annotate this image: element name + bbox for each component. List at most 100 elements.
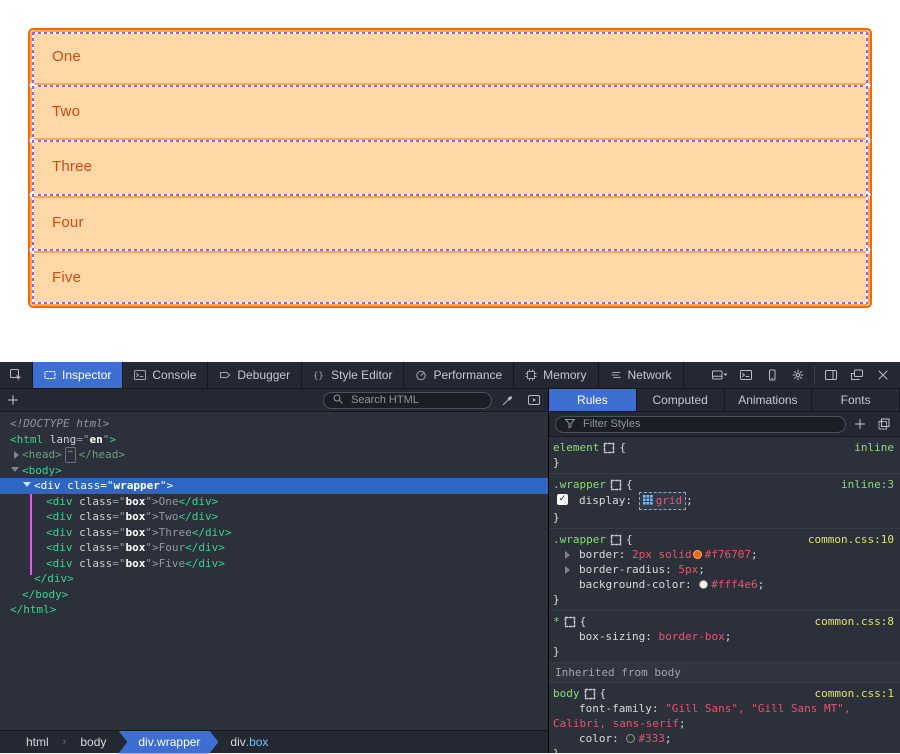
- rule-source-link[interactable]: common.css:10: [808, 532, 896, 547]
- markup-line[interactable]: <div class="box">Three</div>: [0, 525, 548, 541]
- property-expander[interactable]: [565, 566, 570, 574]
- search-html-input[interactable]: [349, 393, 483, 407]
- property-colon: :: [652, 702, 665, 715]
- filter-styles-input[interactable]: [581, 417, 837, 431]
- tab-style-editor[interactable]: {}Style Editor: [302, 362, 404, 388]
- rule-source-link[interactable]: common.css:1: [815, 686, 896, 701]
- breadcrumb: html›bodydiv.wrapperdiv.box: [0, 730, 548, 753]
- rule-source-link[interactable]: inline: [854, 440, 896, 455]
- property-value-hex: #fff4e6: [711, 578, 757, 591]
- pick-element-icon: [10, 369, 22, 381]
- property-value-hex: #f76707: [705, 548, 751, 561]
- highlighter-icon[interactable]: [610, 534, 622, 546]
- tab-network[interactable]: Network: [599, 362, 684, 388]
- responsive-mode-icon: [766, 369, 778, 381]
- highlighter-icon[interactable]: [610, 479, 622, 491]
- markup-token-tag: <body>: [22, 463, 62, 479]
- sidebar-toggle-button[interactable]: [818, 362, 844, 389]
- sidebar-tab-rules[interactable]: Rules: [549, 389, 637, 411]
- settings-button[interactable]: [785, 362, 811, 389]
- sidebar-tab-animations[interactable]: Animations: [725, 389, 813, 411]
- tab-console[interactable]: Console: [123, 362, 208, 388]
- tab-memory[interactable]: Memory: [514, 362, 598, 388]
- collapsed-content-badge[interactable]: ⋯: [65, 447, 76, 463]
- markup-token-tag: <div: [46, 540, 73, 556]
- markup-line[interactable]: </html>: [0, 602, 548, 618]
- markup-line[interactable]: <div class="box">Five</div>: [0, 556, 548, 572]
- settings-icon: [792, 369, 804, 381]
- markup-line[interactable]: </div>: [0, 571, 548, 587]
- markup-line[interactable]: </body>: [0, 587, 548, 603]
- pseudo-class-icon[interactable]: [878, 418, 890, 430]
- markup-gutter: [0, 416, 10, 432]
- breadcrumb-item-body[interactable]: body: [68, 731, 118, 754]
- rule-close-brace: }: [553, 592, 896, 607]
- markup-line[interactable]: <!DOCTYPE html>: [0, 416, 548, 432]
- grid-badge-icon[interactable]: [643, 494, 653, 509]
- markup-line[interactable]: <head>⋯</head>: [0, 447, 548, 463]
- add-rule-icon[interactable]: [854, 418, 866, 430]
- highlighter-icon[interactable]: [603, 442, 615, 454]
- markup-line[interactable]: <div class="box">Four</div>: [0, 540, 548, 556]
- style-editor-icon: {}: [313, 369, 325, 381]
- markup-gutter: [0, 556, 46, 572]
- property-name: color: [579, 732, 612, 745]
- filter-icon: [564, 417, 576, 429]
- sidebar-tab-computed[interactable]: Computed: [637, 389, 725, 411]
- sidebar-tab-fonts[interactable]: Fonts: [812, 389, 900, 411]
- property-semicolon: ;: [665, 732, 672, 745]
- markup-token-tag: </div>: [185, 556, 225, 572]
- add-node-button[interactable]: [0, 394, 26, 406]
- close-icon: [877, 369, 889, 381]
- markup-token-attr: class: [73, 509, 113, 525]
- markup-line[interactable]: <body>: [0, 463, 548, 479]
- twisty-right-icon[interactable]: [14, 451, 19, 459]
- rule-selector-line: element{inline: [553, 440, 896, 455]
- property-name: background-color: [579, 578, 685, 591]
- breadcrumb-item-div-box[interactable]: div.box: [218, 731, 280, 754]
- markup-line[interactable]: <div class="box">One</div>: [0, 494, 548, 510]
- markup-line[interactable]: <div class="wrapper">: [0, 478, 548, 494]
- twisty-down-icon[interactable]: [23, 482, 31, 487]
- close-button[interactable]: [870, 362, 896, 389]
- markup-line[interactable]: <div class="box">Two</div>: [0, 509, 548, 525]
- markup-token-punct: ">: [145, 525, 158, 541]
- devtools-tab-bar: InspectorConsoleDebugger{}Style EditorPe…: [0, 362, 900, 389]
- rule-close-brace: }: [553, 455, 896, 470]
- rule-property: background-color: #fff4e6;: [553, 577, 896, 592]
- color-swatch[interactable]: [693, 550, 702, 559]
- breadcrumb-item-html[interactable]: html: [14, 731, 61, 754]
- property-checkbox[interactable]: ✓: [557, 494, 568, 505]
- breadcrumb-item-div-wrapper[interactable]: div.wrapper: [118, 731, 218, 754]
- color-swatch[interactable]: [626, 734, 635, 743]
- rule-source-link[interactable]: common.css:8: [815, 614, 896, 629]
- highlighter-icon[interactable]: [584, 688, 596, 700]
- rule-selector: *: [553, 614, 560, 629]
- property-expander[interactable]: [565, 551, 570, 559]
- tab-debugger[interactable]: Debugger: [208, 362, 302, 388]
- color-swatch[interactable]: [699, 580, 708, 589]
- css-rule: element{inline}: [549, 437, 900, 474]
- property-semicolon: ;: [758, 578, 765, 591]
- rule-source-link[interactable]: inline:3: [841, 477, 896, 492]
- markup-line[interactable]: <html lang="en">: [0, 432, 548, 448]
- breadcrumb-tag: html: [26, 735, 49, 749]
- property-semicolon: ;: [751, 548, 758, 561]
- tab-inspector[interactable]: Inspector: [33, 362, 123, 388]
- pick-element-button[interactable]: [0, 362, 33, 388]
- split-console-button[interactable]: [733, 362, 759, 389]
- css-rule: *{common.css:8box-sizing: border-box;}: [549, 611, 900, 663]
- eyedropper-icon[interactable]: [502, 394, 514, 406]
- demo-box: Three: [30, 140, 870, 195]
- tab-performance[interactable]: Performance: [404, 362, 514, 388]
- highlighter-icon[interactable]: [564, 616, 576, 628]
- grid-badge-icon: [643, 495, 653, 505]
- highlighter-icon: [564, 616, 576, 628]
- markup-token-text: Two: [159, 509, 179, 525]
- twisty-down-icon[interactable]: [11, 467, 19, 472]
- markup-token-tag: <div: [46, 494, 73, 510]
- window-popout-button[interactable]: [844, 362, 870, 389]
- dock-select-button[interactable]: [707, 362, 733, 389]
- print-media-icon[interactable]: [528, 394, 540, 406]
- responsive-mode-button[interactable]: [759, 362, 785, 389]
